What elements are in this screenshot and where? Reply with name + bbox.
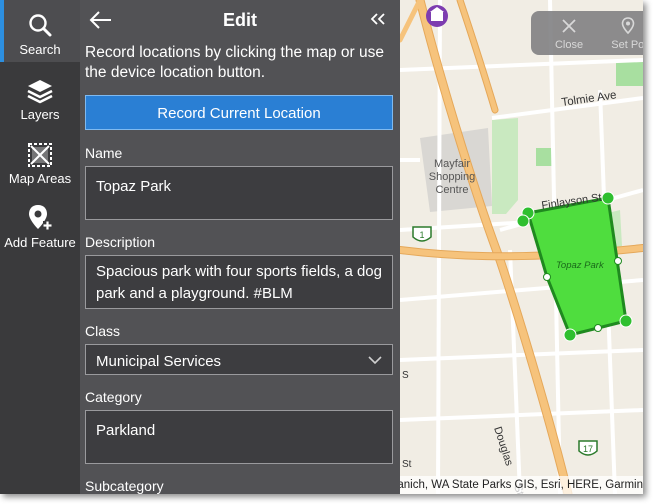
- search-icon: [29, 14, 52, 37]
- map-attribution: of Saanich, WA State Parks GIS, Esri, HE…: [400, 476, 643, 494]
- set-point-button[interactable]: Set Poi: [599, 14, 643, 54]
- layers-icon: [27, 80, 53, 104]
- panel-title: Edit: [223, 10, 257, 30]
- park-label: Topaz Park: [556, 260, 605, 271]
- rail-item-search[interactable]: Search: [0, 0, 80, 62]
- add-feature-icon: [29, 205, 52, 230]
- rail-item-layers[interactable]: Layers: [0, 64, 80, 126]
- name-label: Name: [85, 145, 123, 161]
- rail-item-label: Add Feature: [4, 235, 76, 250]
- set-point-label: Set Poi: [611, 39, 643, 51]
- rail-item-label: Search: [19, 42, 61, 57]
- edit-toolbar: Close Set Poi: [531, 11, 643, 55]
- name-field[interactable]: Topaz Park: [85, 166, 393, 220]
- route-label: 1: [419, 230, 424, 240]
- chevron-down-icon: [368, 356, 382, 365]
- class-select[interactable]: Municipal Services: [85, 344, 393, 375]
- mall-label-1: Mayfair: [434, 158, 470, 170]
- panel-header: Edit: [80, 0, 400, 40]
- instructions-text: Record locations by clicking the map or …: [85, 44, 384, 81]
- class-selected-value: Municipal Services: [96, 353, 222, 370]
- rail-item-map-areas[interactable]: Map Areas: [0, 128, 80, 190]
- street-label: S: [402, 370, 409, 381]
- category-field[interactable]: Parkland: [85, 410, 393, 464]
- category-label: Category: [85, 389, 142, 405]
- description-label: Description: [85, 234, 156, 250]
- description-field[interactable]: Spacious park with four sports fields, a…: [85, 255, 393, 309]
- collapse-chevrons-icon[interactable]: [370, 9, 386, 29]
- class-label: Class: [85, 323, 121, 339]
- record-current-location-button[interactable]: Record Current Location: [85, 95, 393, 130]
- app-window: Search Layers Map Areas Add Feature Edit…: [0, 0, 643, 494]
- map-areas-icon: [28, 143, 52, 167]
- close-icon: [562, 19, 576, 33]
- nav-rail: Search Layers Map Areas Add Feature: [0, 0, 80, 494]
- rail-item-label: Map Areas: [8, 171, 72, 186]
- map-view[interactable]: Tolmie Ave Mayfair Shopping Centre Finla…: [400, 0, 643, 494]
- street-label: St: [402, 459, 412, 470]
- close-label: Close: [554, 39, 584, 51]
- subcategory-label: Subcategory: [85, 478, 164, 494]
- set-point-icon: [621, 17, 635, 35]
- rail-item-add-feature[interactable]: Add Feature: [0, 192, 80, 254]
- basemap: Tolmie Ave Mayfair Shopping Centre Finla…: [400, 0, 643, 494]
- active-indicator: [0, 0, 4, 62]
- rail-item-label: Layers: [20, 107, 60, 122]
- mall-label-3: Centre: [435, 184, 468, 196]
- close-button[interactable]: Close: [539, 14, 599, 54]
- mall-label-2: Shopping: [429, 171, 476, 183]
- route-label: 17: [583, 444, 593, 454]
- edit-panel: Edit Record locations by clicking the ma…: [80, 0, 400, 494]
